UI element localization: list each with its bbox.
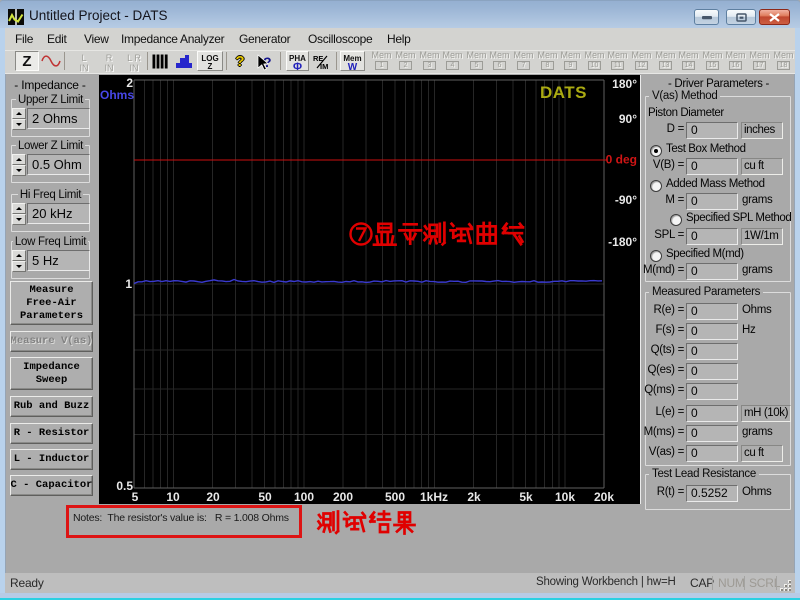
- svg-text:50: 50: [258, 490, 272, 504]
- svg-text:100: 100: [294, 490, 314, 504]
- svg-text:10: 10: [166, 490, 180, 504]
- svg-text:10k: 10k: [555, 490, 575, 504]
- svg-text:Ohms: Ohms: [100, 88, 134, 102]
- svg-text:DATS: DATS: [540, 83, 587, 102]
- svg-text:20: 20: [206, 490, 220, 504]
- svg-text:5: 5: [132, 490, 139, 504]
- svg-text:200: 200: [333, 490, 353, 504]
- svg-text:500: 500: [385, 490, 405, 504]
- svg-text:2k: 2k: [467, 490, 481, 504]
- svg-text:180°: 180°: [612, 77, 637, 91]
- svg-text:1: 1: [125, 277, 132, 291]
- svg-text:5k: 5k: [519, 490, 533, 504]
- svg-text:1kHz: 1kHz: [420, 490, 448, 504]
